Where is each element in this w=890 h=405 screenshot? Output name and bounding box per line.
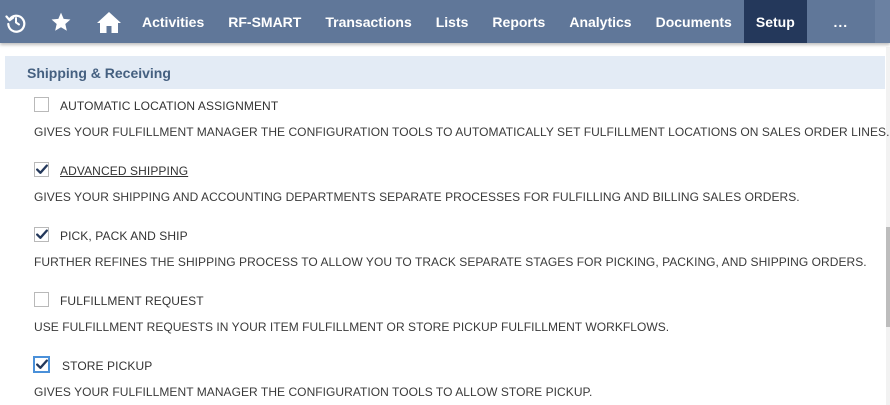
- feature-row: AUTOMATIC LOCATION ASSIGNMENT: [34, 96, 889, 116]
- automatic-location-assignment-checkbox[interactable]: [34, 96, 49, 112]
- pick-pack-ship-checkbox[interactable]: [34, 226, 49, 242]
- star-icon[interactable]: [32, 0, 90, 43]
- feature-label: PICK, PACK AND SHIP: [60, 229, 188, 243]
- nav-analytics[interactable]: Analytics: [557, 0, 643, 43]
- vertical-scrollbar-thumb[interactable]: [886, 227, 890, 327]
- nav-reports[interactable]: Reports: [480, 0, 557, 43]
- feature-row: PICK, PACK AND SHIP: [34, 226, 867, 246]
- home-icon[interactable]: [90, 0, 128, 43]
- feature-row: ADVANCED SHIPPING: [34, 161, 800, 181]
- feature-pick-pack-ship: PICK, PACK AND SHIP FURTHER REFINES THE …: [34, 226, 867, 269]
- feature-label: FULFILLMENT REQUEST: [60, 294, 204, 308]
- nav-rf-smart[interactable]: RF-SMART: [216, 0, 313, 43]
- section-title: Shipping & Receiving: [27, 64, 171, 81]
- feature-label: AUTOMATIC LOCATION ASSIGNMENT: [60, 99, 279, 113]
- recent-records-icon[interactable]: [0, 0, 32, 43]
- feature-automatic-location-assignment: AUTOMATIC LOCATION ASSIGNMENT GIVES YOUR…: [34, 96, 889, 139]
- fulfillment-request-checkbox[interactable]: [34, 291, 49, 307]
- nav-filler: [874, 0, 890, 43]
- nav-more-button[interactable]: ...: [807, 0, 875, 43]
- feature-description: FURTHER REFINES THE SHIPPING PROCESS TO …: [34, 255, 867, 269]
- section-header: Shipping & Receiving: [5, 56, 885, 89]
- nav-transactions[interactable]: Transactions: [313, 0, 423, 43]
- feature-advanced-shipping: ADVANCED SHIPPING GIVES YOUR SHIPPING AN…: [34, 161, 800, 204]
- checkmark-icon: [35, 163, 48, 174]
- feature-row: STORE PICKUP: [33, 355, 592, 376]
- nav-lists[interactable]: Lists: [424, 0, 481, 43]
- feature-description: GIVES YOUR FULFILLMENT MANAGER THE CONFI…: [34, 385, 593, 399]
- nav-setup[interactable]: Setup: [743, 0, 807, 43]
- feature-description: GIVES YOUR FULFILLMENT MANAGER THE CONFI…: [34, 125, 890, 139]
- feature-store-pickup: STORE PICKUP GIVES YOUR FULFILLMENT MANA…: [33, 355, 593, 399]
- feature-row: FULFILLMENT REQUEST: [34, 291, 669, 311]
- nav-documents[interactable]: Documents: [644, 0, 744, 43]
- checkmark-icon: [35, 228, 48, 239]
- advanced-shipping-checkbox[interactable]: [34, 161, 49, 177]
- checkmark-icon: [35, 358, 48, 369]
- top-navigation-bar: Activities RF-SMART Transactions Lists R…: [0, 0, 890, 43]
- advanced-shipping-link[interactable]: ADVANCED SHIPPING: [60, 164, 188, 178]
- nav-activities[interactable]: Activities: [128, 0, 216, 43]
- feature-fulfillment-request: FULFILLMENT REQUEST USE FULFILLMENT REQU…: [34, 291, 669, 334]
- feature-description: GIVES YOUR SHIPPING AND ACCOUNTING DEPAR…: [34, 190, 800, 204]
- store-pickup-checkbox[interactable]: [33, 355, 50, 373]
- feature-label: STORE PICKUP: [62, 359, 153, 373]
- feature-description: USE FULFILLMENT REQUESTS IN YOUR ITEM FU…: [34, 320, 670, 334]
